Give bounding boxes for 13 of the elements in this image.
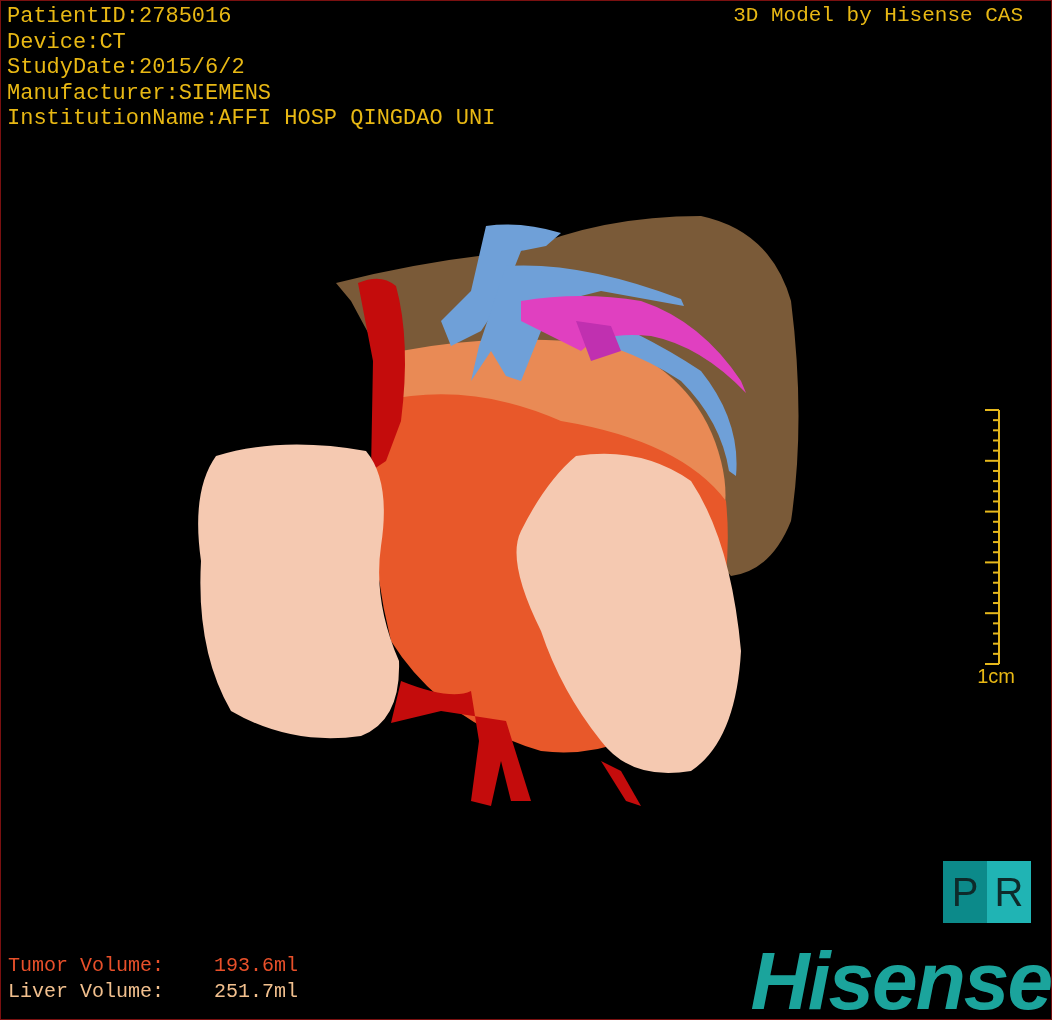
volume-value: 193.6ml — [214, 953, 298, 979]
brand-logo: Hisense — [750, 936, 1051, 1019]
study-info-text: Manufacturer:SIEMENS — [7, 80, 273, 106]
scale-label: 1cm — [977, 665, 1015, 688]
volume-label: Liver Volume: — [8, 979, 166, 1005]
volume-label: Tumor Volume: — [8, 953, 166, 979]
study-info-text: InstitutionName:AFFI HOSP QINGDAO UNI — [7, 106, 496, 132]
study-info-text: StudyDate:2015/6/2 — [7, 55, 246, 81]
pr-button[interactable]: P R — [943, 861, 1031, 923]
volume-value: 251.7ml — [214, 979, 298, 1005]
study-info-text: Device:CT — [7, 29, 127, 55]
credit-text: 3D Model by Hisense CAS — [733, 4, 1023, 27]
study-info-text: PatientID:2785016 — [7, 4, 233, 30]
